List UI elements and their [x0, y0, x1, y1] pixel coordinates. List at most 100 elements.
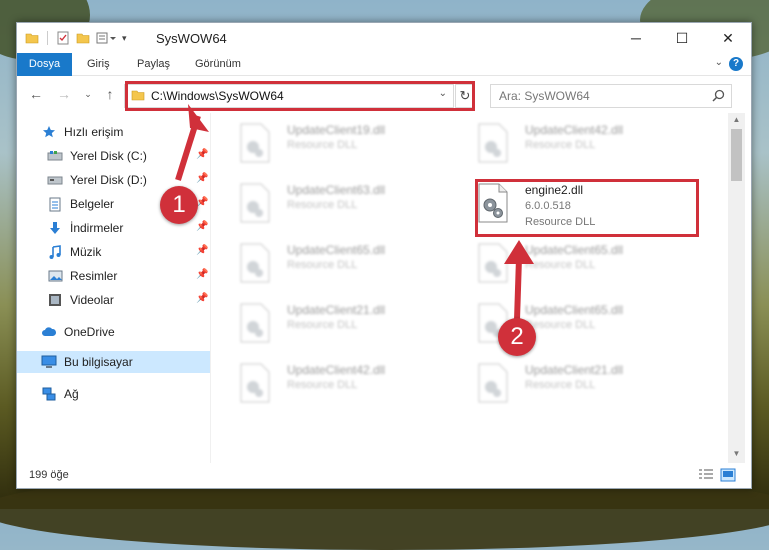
file-name: UpdateClient21.dll — [525, 363, 624, 377]
help-button[interactable]: ? — [729, 57, 743, 71]
dll-file-icon — [240, 303, 270, 343]
download-icon — [47, 220, 63, 236]
pin-icon[interactable]: 📌 — [196, 269, 208, 281]
file-item[interactable]: UpdateClient21.dll Resource DLL — [239, 301, 459, 351]
forward-button[interactable]: → — [55, 84, 73, 104]
maximize-button[interactable]: ☐ — [659, 23, 705, 53]
sidebar-item-label: Yerel Disk (D:) — [70, 173, 147, 187]
sidebar-item-label: Ağ — [64, 387, 79, 401]
title-bar: ▾ SysWOW64 ─ ☐ ✕ — [17, 23, 751, 53]
scroll-up-icon[interactable]: ▲ — [731, 115, 742, 127]
dll-file-icon — [240, 123, 270, 163]
sidebar-item-this-pc[interactable]: Bu bilgisayar — [17, 351, 210, 373]
file-item[interactable]: UpdateClient19.dll Resource DLL — [239, 121, 459, 171]
sidebar-item-music[interactable]: Müzik 📌 — [17, 241, 210, 263]
file-item[interactable]: UpdateClient42.dll Resource DLL — [477, 121, 697, 171]
dll-file-icon — [240, 183, 270, 223]
folder-icon[interactable] — [25, 31, 39, 45]
sidebar-item-label: Bu bilgisayar — [64, 355, 133, 369]
sidebar-item-videos[interactable]: Videolar 📌 — [17, 289, 210, 311]
file-item[interactable]: UpdateClient65.dll Resource DLL — [239, 241, 459, 291]
sidebar-item-label: Hızlı erişim — [64, 125, 124, 139]
new-folder-icon[interactable] — [76, 31, 90, 45]
ribbon-tabs: Dosya Giriş Paylaş Görünüm ⌄ ? — [17, 53, 751, 103]
file-type: Resource DLL — [287, 319, 358, 331]
file-name: UpdateClient65.dll — [525, 303, 624, 317]
music-icon — [47, 244, 63, 260]
file-name: UpdateClient21.dll — [287, 303, 386, 317]
file-type: Resource DLL — [287, 139, 358, 151]
file-item[interactable]: UpdateClient65.dll Resource DLL — [477, 241, 697, 291]
vertical-scrollbar[interactable]: ▲ ▼ — [728, 113, 745, 463]
large-icons-view-icon[interactable] — [720, 468, 736, 482]
file-name: UpdateClient42.dll — [287, 363, 386, 377]
close-button[interactable]: ✕ — [705, 23, 751, 53]
search-box[interactable]: Ara: SysWOW64 — [490, 84, 732, 108]
item-count: 199 öğe — [29, 469, 69, 481]
file-type: Resource DLL — [525, 379, 596, 391]
address-highlight — [125, 81, 475, 111]
tab-view[interactable]: Görünüm — [195, 53, 241, 75]
file-type: Resource DLL — [525, 259, 596, 271]
search-input[interactable]: Ara: SysWOW64 — [499, 89, 590, 103]
sidebar-item-label: Belgeler — [70, 197, 115, 211]
explorer-window: ▾ SysWOW64 ─ ☐ ✕ Dosya Giriş Paylaş Görü… — [16, 22, 752, 489]
status-bar: 199 öğe — [17, 464, 751, 488]
dll-file-icon — [240, 363, 270, 403]
file-name: UpdateClient65.dll — [287, 243, 386, 257]
step-1-badge: 1 — [160, 186, 198, 224]
file-name: UpdateClient42.dll — [525, 123, 624, 137]
search-icon[interactable] — [712, 89, 725, 102]
file-type: Resource DLL — [287, 199, 358, 211]
sidebar-item-quick-access[interactable]: Hızlı erişim — [17, 121, 210, 143]
pin-icon[interactable]: 📌 — [196, 221, 208, 233]
navigation-pane: Hızlı erişim Yerel Disk (C:) 📌 Yerel Dis… — [17, 113, 210, 463]
pin-icon[interactable]: 📌 — [196, 149, 208, 161]
sidebar-item-label: Müzik — [70, 245, 102, 259]
pin-icon[interactable]: 📌 — [196, 173, 208, 185]
file-highlight — [475, 179, 699, 237]
star-icon — [41, 124, 57, 140]
sidebar-item-label: Videolar — [70, 293, 114, 307]
file-list: UpdateClient19.dll Resource DLL UpdateCl… — [211, 113, 727, 463]
properties-icon[interactable] — [56, 31, 70, 45]
scrollbar-thumb[interactable] — [731, 129, 742, 181]
dll-file-icon — [478, 363, 508, 403]
dll-file-icon — [478, 123, 508, 163]
pin-icon[interactable]: 📌 — [196, 293, 208, 305]
sidebar-item-label: OneDrive — [64, 325, 115, 339]
sidebar-item-onedrive[interactable]: OneDrive — [17, 321, 210, 343]
dropdown-arrow-icon[interactable]: ▾ — [122, 33, 127, 44]
documents-icon — [47, 196, 63, 212]
drive-icon — [47, 148, 63, 164]
file-type: Resource DLL — [287, 259, 358, 271]
dll-file-icon — [478, 243, 508, 283]
back-button[interactable]: ← — [27, 84, 45, 104]
computer-icon — [41, 354, 57, 370]
up-button[interactable]: ↑ — [101, 84, 119, 104]
dll-file-icon — [240, 243, 270, 283]
file-type: Resource DLL — [525, 319, 596, 331]
scroll-down-icon[interactable]: ▼ — [731, 449, 742, 461]
sidebar-item-local-disk-c[interactable]: Yerel Disk (C:) 📌 — [17, 145, 210, 167]
tab-home[interactable]: Giriş — [87, 53, 110, 75]
pin-icon[interactable]: 📌 — [196, 245, 208, 257]
file-item[interactable]: UpdateClient63.dll Resource DLL — [239, 181, 459, 231]
customize-toolbar-icon[interactable] — [96, 31, 118, 45]
recent-locations-button[interactable]: ⌄ — [79, 84, 97, 104]
details-view-icon[interactable] — [698, 468, 714, 482]
file-type: Resource DLL — [525, 139, 596, 151]
sidebar-item-network[interactable]: Ağ — [17, 383, 210, 405]
expand-ribbon-icon[interactable]: ⌄ — [715, 57, 723, 68]
video-icon — [47, 292, 63, 308]
sidebar-item-label: Yerel Disk (C:) — [70, 149, 147, 163]
sidebar-item-pictures[interactable]: Resimler 📌 — [17, 265, 210, 287]
minimize-button[interactable]: ─ — [613, 23, 659, 53]
file-item[interactable]: UpdateClient42.dll Resource DLL — [239, 361, 459, 411]
file-name: UpdateClient63.dll — [287, 183, 386, 197]
tab-share[interactable]: Paylaş — [137, 53, 170, 75]
step-2-badge: 2 — [498, 318, 536, 356]
sidebar-item-label: Resimler — [70, 269, 118, 283]
file-item[interactable]: UpdateClient21.dll Resource DLL — [477, 361, 697, 411]
cloud-icon — [41, 324, 57, 340]
